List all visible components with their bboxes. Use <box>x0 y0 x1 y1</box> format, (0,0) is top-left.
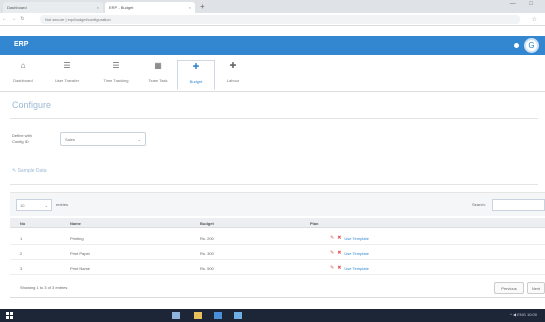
table-row: 2 Print Paper Rs. 300 ✎ ✖ Use Template <box>10 247 545 260</box>
bookmark-star-icon[interactable]: ☆ <box>532 16 537 23</box>
use-template-link[interactable]: Use Template <box>344 266 368 271</box>
config-form-label: Define with Config ID <box>12 133 32 145</box>
select-value: 10 <box>20 202 25 208</box>
app-header: ERP G <box>0 36 545 55</box>
window-controls[interactable]: — □ <box>510 1 539 7</box>
module-toolbar: ⌂ Dashboard ☰ User Transfer ☰ Time Track… <box>0 56 545 92</box>
toolbar-item-dashboard[interactable]: ⌂ Dashboard <box>4 60 42 90</box>
new-tab-button[interactable]: + <box>200 2 205 11</box>
cell-no: 2 <box>20 251 23 256</box>
os-taskbar: ^ ◀ ENG 10:00 <box>0 309 545 322</box>
close-icon[interactable]: × <box>97 5 99 10</box>
edit-icon[interactable]: ✎ <box>330 235 334 241</box>
cell-no: 3 <box>20 266 23 271</box>
row-actions: ✎ ✖ Use Template <box>330 265 369 271</box>
table-row: 3 Print Name Rs. 500 ✎ ✖ Use Template <box>10 262 545 275</box>
windows-start-icon[interactable] <box>6 312 13 319</box>
config-select[interactable]: Sales ⌄ <box>60 132 146 146</box>
clock-icon: ☰ <box>112 61 120 70</box>
address-bar-row: ← → ↻ Not secure | erp/budget/configurat… <box>0 13 545 26</box>
table-row: 1 Printing Rs. 200 ✎ ✖ Use Template <box>10 232 545 245</box>
delete-icon[interactable]: ✖ <box>337 235 341 241</box>
budget-icon: ✚ <box>192 62 200 71</box>
toolbar-item-label: User Transfer <box>54 78 80 83</box>
form-label-line: Config ID <box>12 139 29 144</box>
close-icon[interactable]: × <box>189 5 191 10</box>
chevron-down-icon: ⌄ <box>44 202 48 208</box>
table-header: No Name Budget Plan <box>10 218 545 228</box>
browser-tab-budget[interactable]: ERP - Budget × <box>105 2 195 13</box>
toolbar-item-labour[interactable]: ✚ Labour <box>214 60 252 90</box>
toolbar-item-time-tracking[interactable]: ☰ Time Tracking <box>97 60 135 90</box>
use-template-link[interactable]: Use Template <box>344 251 368 256</box>
notification-icon[interactable] <box>514 43 519 48</box>
search-label: Search: <box>472 202 486 207</box>
system-tray[interactable]: ^ ◀ ENG 10:00 <box>510 312 537 317</box>
cell-budget: Rs. 200 <box>200 236 214 241</box>
column-header-no[interactable]: No <box>20 221 25 226</box>
table-info: Showing 1 to 3 of 3 entries <box>20 285 68 290</box>
cell-name: Print Paper <box>70 251 91 256</box>
column-header-budget[interactable]: Budget <box>200 221 214 226</box>
app-icon[interactable] <box>234 312 242 319</box>
browser-tab-bar: Dashboard × ERP - Budget × + — □ <box>0 0 545 13</box>
file-explorer-icon[interactable] <box>194 312 202 319</box>
tab-label: ERP - Budget <box>109 5 134 10</box>
browser-tab-dashboard[interactable]: Dashboard × <box>3 2 103 13</box>
cell-name: Print Name <box>70 266 91 271</box>
column-header-plan[interactable]: Plan <box>310 221 318 226</box>
column-header-name[interactable]: Name <box>70 221 81 226</box>
next-page-button[interactable]: Next <box>527 282 545 294</box>
browser-icon[interactable] <box>214 312 222 319</box>
table-controls: 10 ⌄ entries Search: <box>10 192 545 216</box>
toolbar-item-label: Dashboard <box>13 78 33 83</box>
table-footer: Showing 1 to 3 of 3 entries Previous Nex… <box>10 278 545 298</box>
toolbar-item-label: Budget <box>189 79 203 84</box>
search-input[interactable] <box>492 199 545 211</box>
url-input[interactable]: Not secure | erp/budget/configuration <box>40 15 520 24</box>
chevron-down-icon: ⌄ <box>137 136 141 142</box>
reload-icon[interactable]: ↻ <box>18 16 27 22</box>
divider <box>10 118 538 119</box>
cell-no: 1 <box>20 236 23 241</box>
delete-icon[interactable]: ✖ <box>337 250 341 256</box>
section-title-text: Sample Data <box>17 168 47 174</box>
edit-icon[interactable]: ✎ <box>330 265 334 271</box>
page-title: Configure <box>12 100 52 110</box>
back-icon[interactable]: ← <box>0 16 9 22</box>
home-icon: ⌂ <box>20 61 26 70</box>
cell-budget: Rs. 300 <box>200 251 214 256</box>
search-icon[interactable] <box>172 312 180 319</box>
entries-per-page-select[interactable]: 10 ⌄ <box>16 199 52 211</box>
entries-label: entries <box>56 202 69 207</box>
toolbar-item-team-task[interactable]: ▦ Team Task <box>139 60 177 90</box>
cell-name: Printing <box>70 236 84 241</box>
toolbar-item-label: Time Tracking <box>103 78 129 83</box>
edit-icon[interactable]: ✎ <box>330 250 334 256</box>
section-title: ✎ Sample Data <box>12 168 47 174</box>
delete-icon[interactable]: ✖ <box>337 265 341 271</box>
divider <box>10 184 538 185</box>
row-actions: ✎ ✖ Use Template <box>330 250 369 256</box>
toolbar-item-budget[interactable]: ✚ Budget <box>177 60 215 90</box>
toolbar-item-user-transfer[interactable]: ☰ User Transfer <box>48 60 86 90</box>
user-icon: ☰ <box>63 61 71 70</box>
row-actions: ✎ ✖ Use Template <box>330 235 369 241</box>
labour-icon: ✚ <box>229 61 237 70</box>
use-template-link[interactable]: Use Template <box>344 236 368 241</box>
task-icon: ▦ <box>154 61 162 70</box>
tab-label: Dashboard <box>7 5 27 10</box>
forward-icon[interactable]: → <box>9 16 18 22</box>
cell-budget: Rs. 500 <box>200 266 214 271</box>
toolbar-item-label: Team Task <box>148 78 168 83</box>
select-value: Sales <box>65 136 76 142</box>
previous-page-button[interactable]: Previous <box>494 282 524 294</box>
avatar[interactable]: G <box>524 38 539 53</box>
toolbar-item-label: Labour <box>226 78 240 83</box>
app-logo[interactable]: ERP <box>14 41 28 48</box>
